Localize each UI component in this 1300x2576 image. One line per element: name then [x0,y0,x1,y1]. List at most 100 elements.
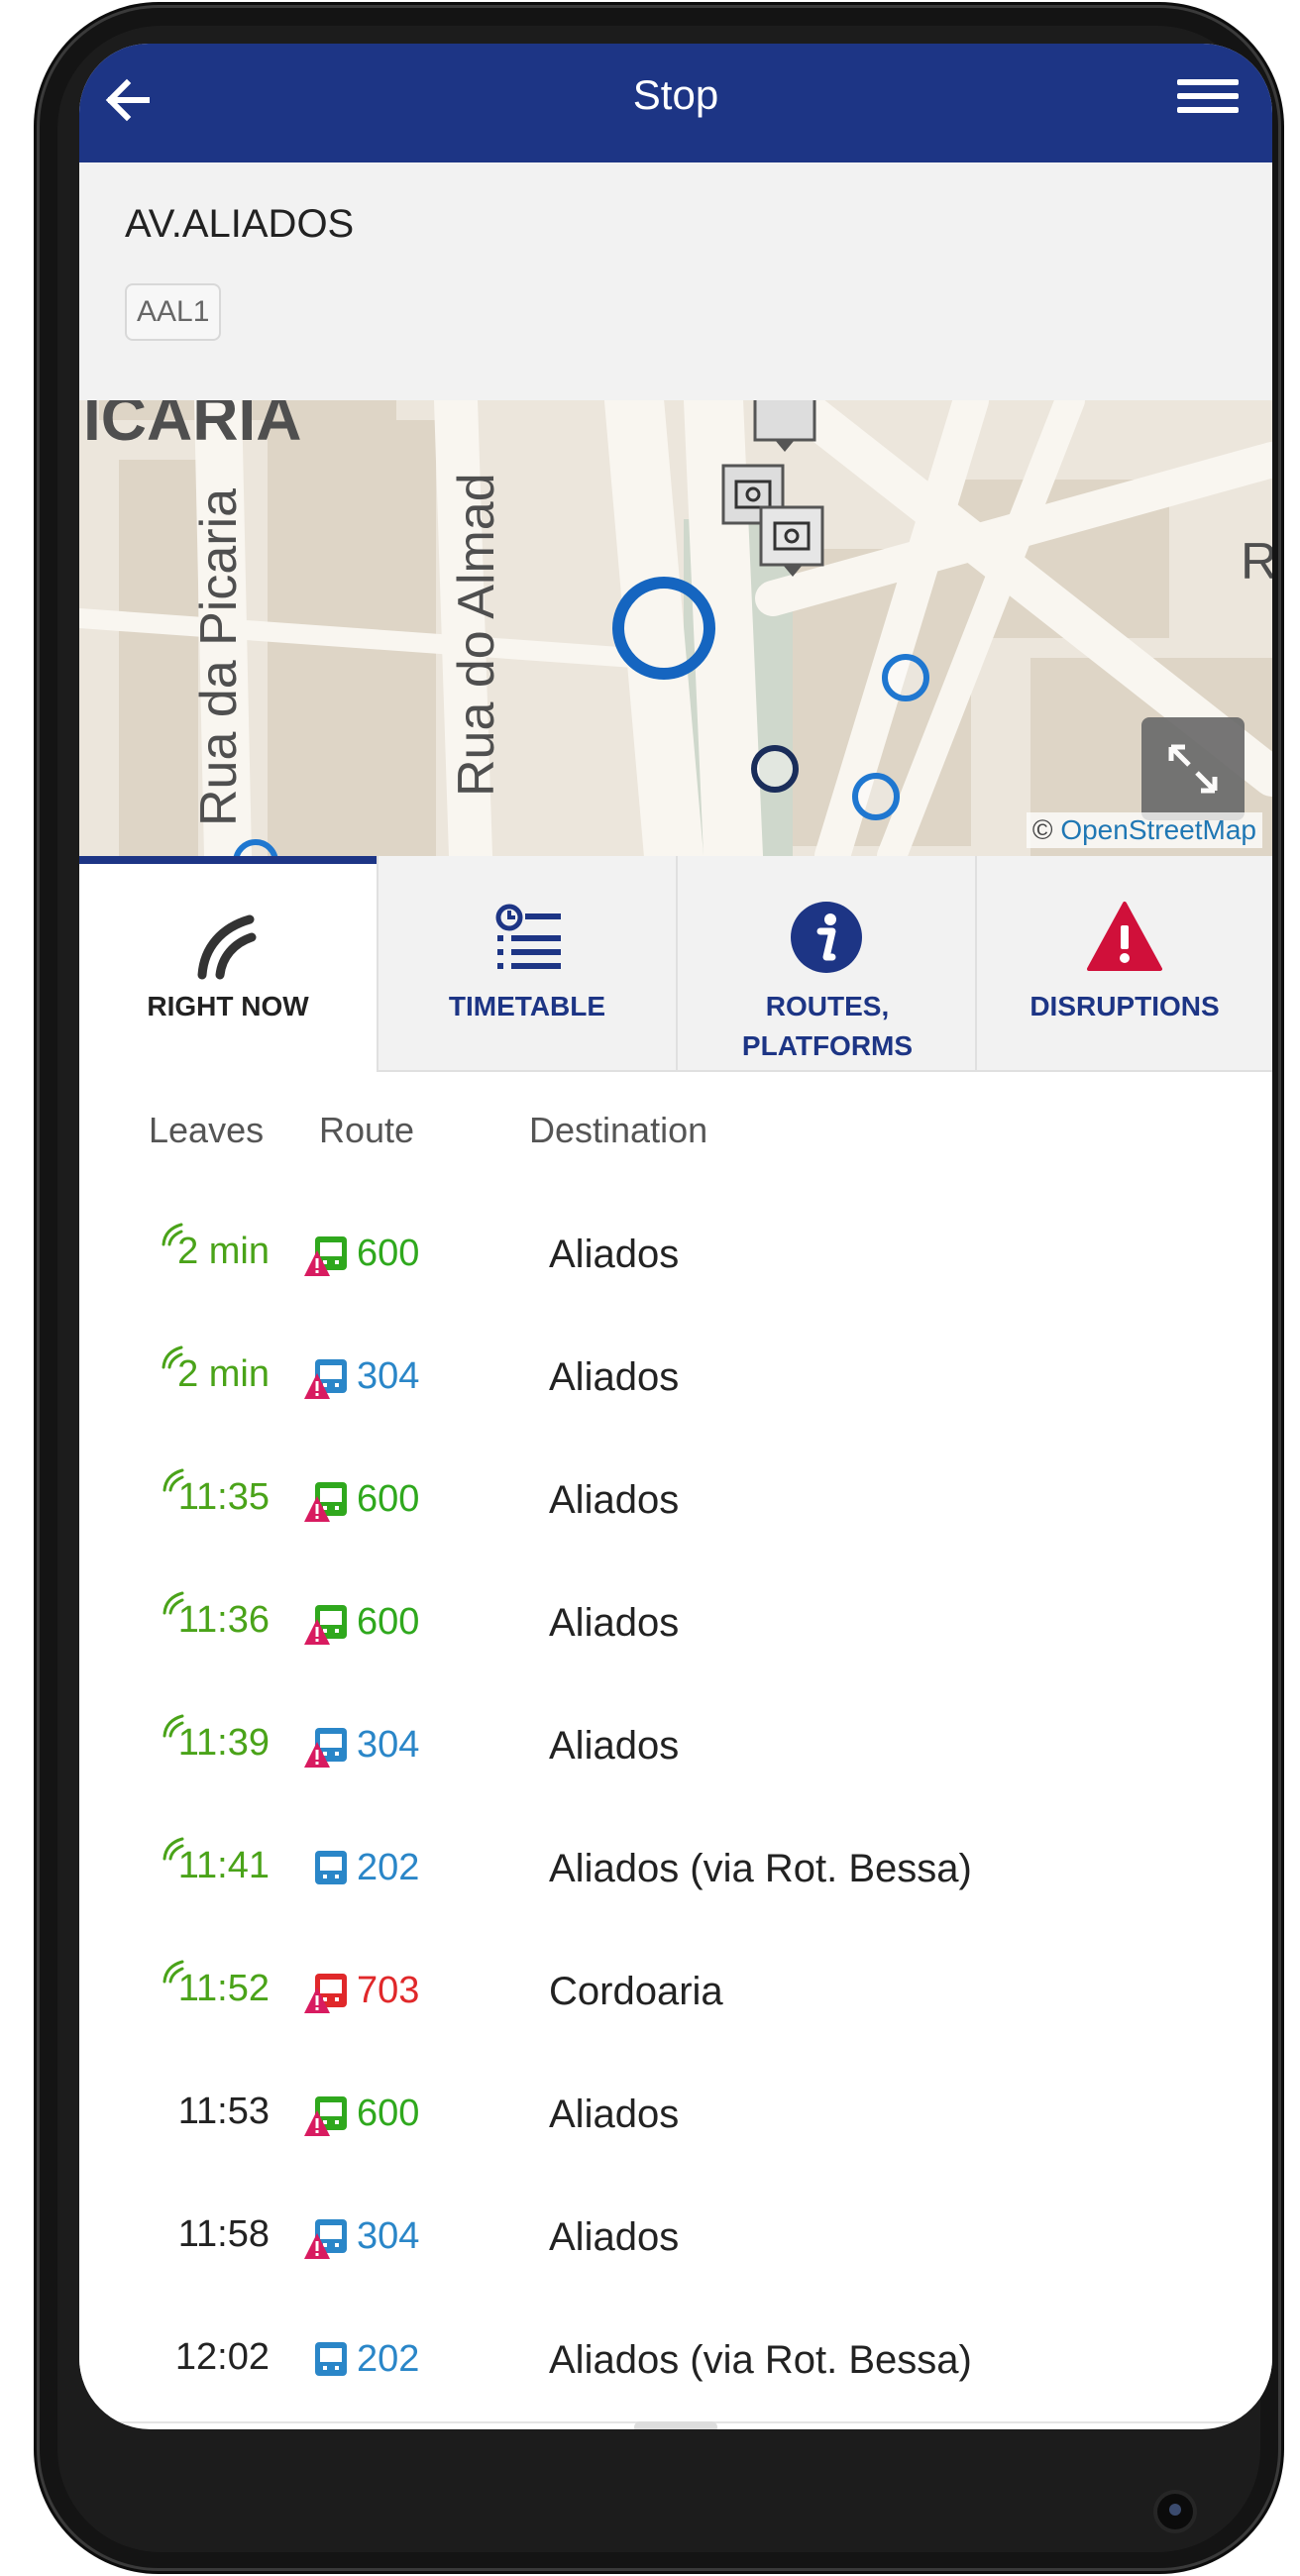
tab-timetable[interactable]: TIMETABLE [377,856,676,1070]
destination: Aliados [549,2093,680,2136]
departure-time: 11:36 [162,1591,270,1642]
map-expand-button[interactable] [1141,717,1245,820]
departure-row[interactable]: 11:52 703 Cordoaria [79,1930,1272,2055]
departure-time-text: 11:52 [177,1968,270,2009]
tab-label: DISRUPTIONS [1029,991,1220,1021]
copyright-symbol: © [1031,814,1053,845]
bus-icon [304,1359,347,1399]
route-number: 202 [357,1847,420,1888]
map-label-street-almada: Rua do Almad [448,473,505,797]
stop-map[interactable]: ICARIA Rua da Picaria Rua do Almad R © O… [79,400,1272,856]
column-header-route: Route [319,1110,415,1150]
departure-row[interactable]: 11:41 202 Aliados (via Rot. Bessa) [79,1807,1272,1932]
column-header-destination: Destination [529,1110,708,1150]
destination: Aliados (via Rot. Bessa) [549,2338,972,2382]
route-number: 304 [357,1355,420,1397]
departure-time: 11:41 [162,1837,270,1887]
route-number: 202 [357,2338,420,2380]
departure-time: 2 min [162,1345,270,1396]
departure-time-text: 2 min [177,1231,270,1272]
departure-row[interactable]: 11:35 600 Aliados [79,1439,1272,1563]
bus-icon [304,2096,347,2136]
destination: Aliados [549,1233,680,1276]
tab-label: ROUTES, PLATFORMS [741,991,914,1061]
departure-time-text: 2 min [177,1353,270,1395]
expand-icon [1168,744,1218,794]
app-screen: Stop AV.ALIADOS AAL1 ICARIA Rua da Picar… [79,44,1272,2429]
tab-right-now[interactable]: RIGHT NOW [79,856,377,1072]
destination: Aliados [549,1478,680,1522]
bus-icon [304,1728,347,1768]
route-number: 600 [357,1478,420,1520]
destination: Aliados [549,2215,680,2259]
departure-row[interactable]: 12:02 202 Aliados (via Rot. Bessa) [79,2299,1272,2423]
map-label-street-picaria: Rua da Picaria [190,488,248,826]
route-number: 304 [357,2215,420,2257]
map-attribution: © OpenStreetMap [1026,812,1262,848]
stop-tabs: RIGHT NOW TIMETABLE ROUTES, PLATFORMS DI… [79,856,1272,1072]
departures-header: Leaves Route Destination [79,1070,1272,1195]
departure-row[interactable]: 2 min 304 Aliados [79,1316,1272,1441]
timetable-icon [495,904,561,969]
realtime-icon [162,1345,183,1369]
realtime-icon [162,1714,184,1738]
departure-time-text: 11:39 [177,1722,270,1764]
page-title: Stop [632,71,719,118]
bus-icon [315,1851,347,1884]
stop-code-badge: AAL1 [125,283,222,341]
photo-marker-icon[interactable] [759,505,824,577]
nearby-stop-marker[interactable] [882,654,929,701]
tab-label: RIGHT NOW [147,991,309,1021]
departure-time: 11:35 [162,1468,270,1519]
warning-icon [1087,902,1162,971]
departure-time-text: 11:36 [177,1599,270,1641]
column-header-leaves: Leaves [149,1110,265,1150]
destination: Aliados [549,1601,680,1645]
departure-row[interactable]: 2 min 600 Aliados [79,1193,1272,1318]
realtime-icon [162,1468,184,1492]
departure-time-text: 11:58 [177,2213,270,2255]
destination: Aliados [549,1724,680,1768]
bus-icon [315,2342,347,2376]
departure-time-text: 11:35 [177,1476,270,1518]
departure-row[interactable]: 11:39 304 Aliados [79,1684,1272,1809]
bus-icon [304,1974,347,2013]
realtime-signal-icon [197,914,257,980]
front-camera [1157,2494,1193,2529]
bus-icon [304,2219,347,2259]
hamburger-line [1177,107,1239,113]
destination: Cordoaria [549,1970,723,2013]
departure-time: 12:02 [175,2336,270,2379]
map-label-edge: R [1241,533,1272,590]
departure-row[interactable]: 11:58 304 Aliados [79,2176,1272,2301]
departure-time-text: 11:53 [177,2091,270,2132]
nearby-stop-marker[interactable] [751,745,799,793]
route-number: 600 [357,1233,420,1274]
realtime-icon [162,1591,184,1615]
departure-row[interactable]: 11:53 600 Aliados [79,2053,1272,2178]
hamburger-icon [1177,79,1239,85]
menu-button[interactable] [1173,71,1243,135]
departure-time: 11:52 [162,1960,270,2010]
tab-disruptions[interactable]: DISRUPTIONS [975,856,1272,1070]
info-icon [791,902,862,973]
bus-icon [304,1482,347,1522]
bus-icon [304,1236,347,1276]
realtime-icon [162,1960,184,1984]
departure-time: 2 min [162,1223,270,1273]
stop-header: AV.ALIADOS AAL1 [79,162,1272,400]
destination: Aliados [549,1355,680,1399]
map-canvas: ICARIA Rua da Picaria Rua do Almad R [79,400,1272,856]
departure-time: 11:39 [162,1714,270,1765]
bus-icon [304,1605,347,1645]
route-number: 703 [357,1970,420,2011]
route-number: 304 [357,1724,420,1766]
nearby-stop-marker[interactable] [852,773,900,820]
openstreetmap-link[interactable]: OpenStreetMap [1060,814,1256,845]
departure-time-text: 11:41 [177,1845,270,1886]
stop-name: AV.ALIADOS [125,202,355,246]
destination: Aliados (via Rot. Bessa) [549,1847,972,1890]
route-number: 600 [357,1601,420,1643]
tab-routes-platforms[interactable]: ROUTES, PLATFORMS [676,856,975,1070]
departure-row[interactable]: 11:36 600 Aliados [79,1561,1272,1686]
